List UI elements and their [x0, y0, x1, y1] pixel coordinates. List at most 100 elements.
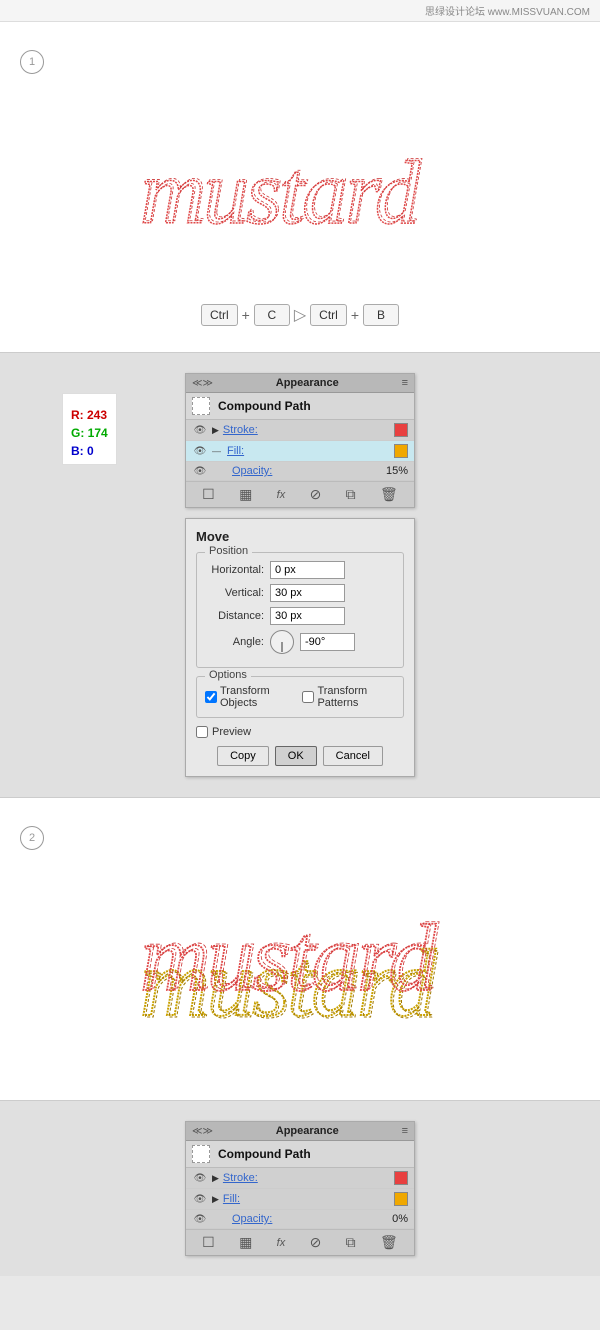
dialog-title: Move: [196, 529, 404, 544]
canvas-area-2: mustard mustard mustard mustard: [0, 850, 600, 1080]
fill-color-swatch-1: [394, 444, 408, 458]
svg-text:mustard: mustard: [143, 903, 439, 1009]
mustard-red-layer: mustard mustard: [130, 860, 490, 1040]
options-row: Transform Objects Transform Patterns: [205, 685, 395, 709]
mustard-svg-1: mustard mustard: [130, 113, 470, 253]
panel-expand-icon-2: ≪≫: [192, 1126, 213, 1137]
eye-icon-fill-1: 👁: [192, 445, 208, 457]
angle-needle: [282, 642, 283, 652]
panel-header-row-2: Compound Path: [186, 1141, 414, 1168]
visibility-icon-1[interactable]: ▦: [239, 486, 252, 503]
panel-menu-icon: ≡: [402, 377, 408, 389]
color-g-value: G: 174: [71, 424, 108, 442]
angle-input[interactable]: [300, 633, 355, 651]
position-legend: Position: [205, 545, 252, 557]
panel-swatch-2: [192, 1145, 210, 1163]
position-group: Position Horizontal: Vertical: Distance:…: [196, 552, 404, 668]
arrow-sign: ▷: [294, 305, 306, 325]
compound-path-label-1: Compound Path: [218, 399, 311, 413]
copy-icon-2[interactable]: ⧉: [346, 1234, 356, 1251]
fill-row-2: 👁 ▶ Fill:: [186, 1189, 414, 1210]
fill-color-swatch-2: [394, 1192, 408, 1206]
section1-canvas: 1 mustard mustard Ctrl + C ▷ Ctrl + B: [0, 22, 600, 353]
angle-label: Angle:: [205, 636, 270, 648]
stroke-label-2[interactable]: Stroke:: [223, 1172, 390, 1184]
cancel-button[interactable]: Cancel: [323, 746, 383, 766]
gray-section-2: ≪≫ Appearance ≡ Compound Path 👁 ▶ Stroke…: [0, 1101, 600, 1276]
panel-footer-2: ☐ ▦ fx ⊘ ⧉ 🗑: [186, 1229, 414, 1255]
delete-icon-1[interactable]: 🗑: [380, 486, 398, 503]
move-dialog: Move Position Horizontal: Vertical: Dist…: [185, 518, 415, 777]
horizontal-label: Horizontal:: [205, 564, 270, 576]
step1-badge: 1: [20, 50, 44, 74]
stroke-color-swatch-1: [394, 423, 408, 437]
panel-footer-1: ☐ ▦ fx ⊘ ⧉ 🗑: [186, 481, 414, 507]
section2-canvas: 2 mustard mustard mustard mustard: [0, 798, 600, 1101]
appearance-panel-2: ≪≫ Appearance ≡ Compound Path 👁 ▶ Stroke…: [185, 1121, 415, 1256]
watermark-text: 思绿设计论坛 www.MISSVUAN.COM: [425, 3, 590, 18]
transform-patterns-checkbox[interactable]: [302, 691, 314, 703]
dash-icon-1: —: [212, 446, 221, 456]
stroke-color-swatch-2: [394, 1171, 408, 1185]
color-callout: R: 243 G: 174 B: 0: [62, 393, 117, 465]
transform-objects-checkbox[interactable]: [205, 691, 217, 703]
panel-titlebar-2: ≪≫ Appearance ≡: [186, 1122, 414, 1141]
arrow-icon-fill-2: ▶: [212, 1194, 219, 1205]
transform-patterns-label[interactable]: Transform Patterns: [302, 685, 395, 709]
vertical-label: Vertical:: [205, 587, 270, 599]
ok-button[interactable]: OK: [275, 746, 317, 766]
opacity-value-2: 0%: [392, 1213, 408, 1225]
panel-header-row-1: Compound Path: [186, 393, 414, 420]
top-bar: 思绿设计论坛 www.MISSVUAN.COM: [0, 0, 600, 22]
stroke-label-1[interactable]: Stroke:: [223, 424, 390, 436]
compound-path-label-2: Compound Path: [218, 1147, 311, 1161]
panel-menu-icon-2: ≡: [402, 1125, 408, 1137]
horizontal-row: Horizontal:: [205, 561, 395, 579]
mustard-text-1: mustard mustard: [130, 113, 470, 256]
stroke-row-1: 👁 ▶ Stroke:: [186, 420, 414, 441]
eye-icon-opacity-2: 👁: [192, 1213, 208, 1225]
stroke-row-2: 👁 ▶ Stroke:: [186, 1168, 414, 1189]
delete-icon-2[interactable]: 🗑: [380, 1234, 398, 1251]
copy-icon-1[interactable]: ⧉: [346, 486, 356, 503]
opacity-label-1[interactable]: Opacity:: [232, 465, 382, 477]
mustard-layered: mustard mustard mustard mustard: [130, 885, 470, 1045]
duplicate-icon-1[interactable]: ⊘: [310, 486, 322, 503]
key-c: C: [254, 304, 290, 326]
duplicate-icon-2[interactable]: ⊘: [310, 1234, 322, 1251]
opacity-row-1: 👁 Opacity: 15%: [186, 462, 414, 481]
copy-button[interactable]: Copy: [217, 746, 269, 766]
angle-row: Angle:: [205, 630, 395, 654]
layer-icon-1[interactable]: ☐: [202, 486, 215, 503]
panel-expand-icon: ≪≫: [192, 378, 213, 389]
arrow-icon-stroke-1: ▶: [212, 425, 219, 436]
horizontal-input[interactable]: [270, 561, 345, 579]
key-ctrl-2: Ctrl: [310, 304, 347, 326]
fill-label-1[interactable]: Fill:: [227, 445, 390, 457]
layer-icon-2[interactable]: ☐: [202, 1234, 215, 1251]
vertical-row: Vertical:: [205, 584, 395, 602]
fx-icon-2[interactable]: fx: [277, 1237, 286, 1249]
fx-icon-1[interactable]: fx: [277, 489, 286, 501]
preview-row: Preview: [196, 726, 404, 738]
options-legend: Options: [205, 669, 251, 681]
eye-icon-stroke-1: 👁: [192, 424, 208, 436]
distance-input[interactable]: [270, 607, 345, 625]
key-ctrl-1: Ctrl: [201, 304, 238, 326]
fill-label-2[interactable]: Fill:: [223, 1193, 390, 1205]
panel-title-2: Appearance: [276, 1125, 339, 1137]
angle-wheel[interactable]: [270, 630, 294, 654]
preview-checkbox[interactable]: [196, 726, 208, 738]
color-b-value: B: 0: [71, 442, 108, 460]
vertical-input[interactable]: [270, 584, 345, 602]
gray-section-1: R: 243 G: 174 B: 0 ≪≫ Appearance ≡ Compo…: [0, 353, 600, 798]
opacity-value-1: 15%: [386, 465, 408, 477]
distance-row: Distance:: [205, 607, 395, 625]
opacity-label-2[interactable]: Opacity:: [232, 1213, 388, 1225]
visibility-icon-2[interactable]: ▦: [239, 1234, 252, 1251]
distance-label: Distance:: [205, 610, 270, 622]
canvas-area-1: mustard mustard: [0, 74, 600, 294]
shortcut-bar: Ctrl + C ▷ Ctrl + B: [0, 294, 600, 332]
transform-objects-label[interactable]: Transform Objects: [205, 685, 294, 709]
eye-icon-opacity-1: 👁: [192, 465, 208, 477]
